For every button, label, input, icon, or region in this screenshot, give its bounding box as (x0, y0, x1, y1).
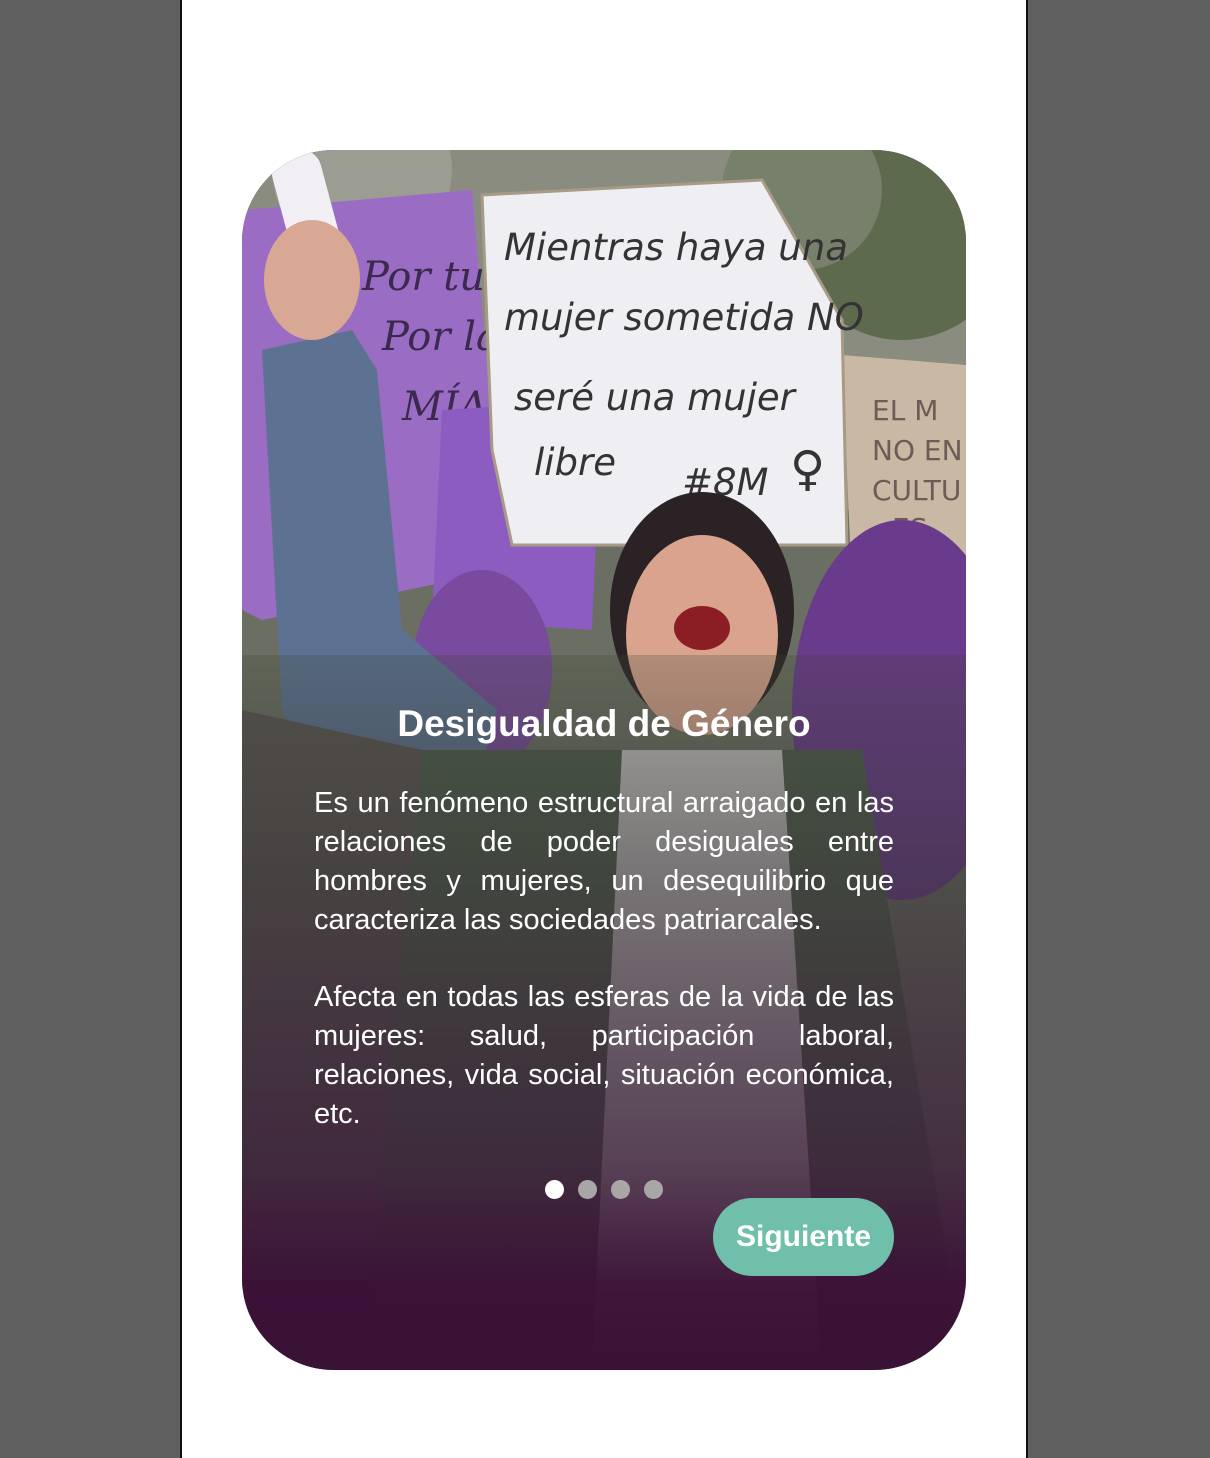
venus-icon: ♀ (790, 441, 825, 497)
svg-text:Por la: Por la (381, 314, 500, 360)
pagination-dots (242, 1180, 966, 1199)
svg-text:NO EN: NO EN (872, 434, 963, 467)
svg-text:libre: libre (534, 441, 616, 484)
next-button[interactable]: Siguiente (713, 1198, 894, 1276)
slide-description-2: Afecta en todas las esferas de la vida d… (314, 981, 894, 1130)
slide-title: Desigualdad de Género (397, 703, 811, 744)
svg-text:mujer sometida NO: mujer sometida NO (504, 296, 864, 339)
pagination-dot-3[interactable] (611, 1180, 630, 1199)
svg-text:seré una mujer: seré una mujer (514, 376, 798, 419)
pagination-dot-1[interactable] (545, 1180, 564, 1199)
pagination-dot-4[interactable] (644, 1180, 663, 1199)
pagination-dot-2[interactable] (578, 1180, 597, 1199)
svg-text:CULTU: CULTU (872, 474, 961, 507)
onboarding-card: Por tu Por la MÍA EL M NO EN CULTU ES Mi… (242, 150, 966, 1370)
svg-text:Por tu: Por tu (361, 254, 485, 300)
svg-text:Mientras haya una: Mientras haya una (504, 226, 848, 269)
phone-frame: Por tu Por la MÍA EL M NO EN CULTU ES Mi… (180, 0, 1028, 1458)
svg-text:EL M: EL M (872, 394, 938, 427)
slide-description-1: Es un fenómeno estructural arraigado en … (314, 787, 894, 936)
